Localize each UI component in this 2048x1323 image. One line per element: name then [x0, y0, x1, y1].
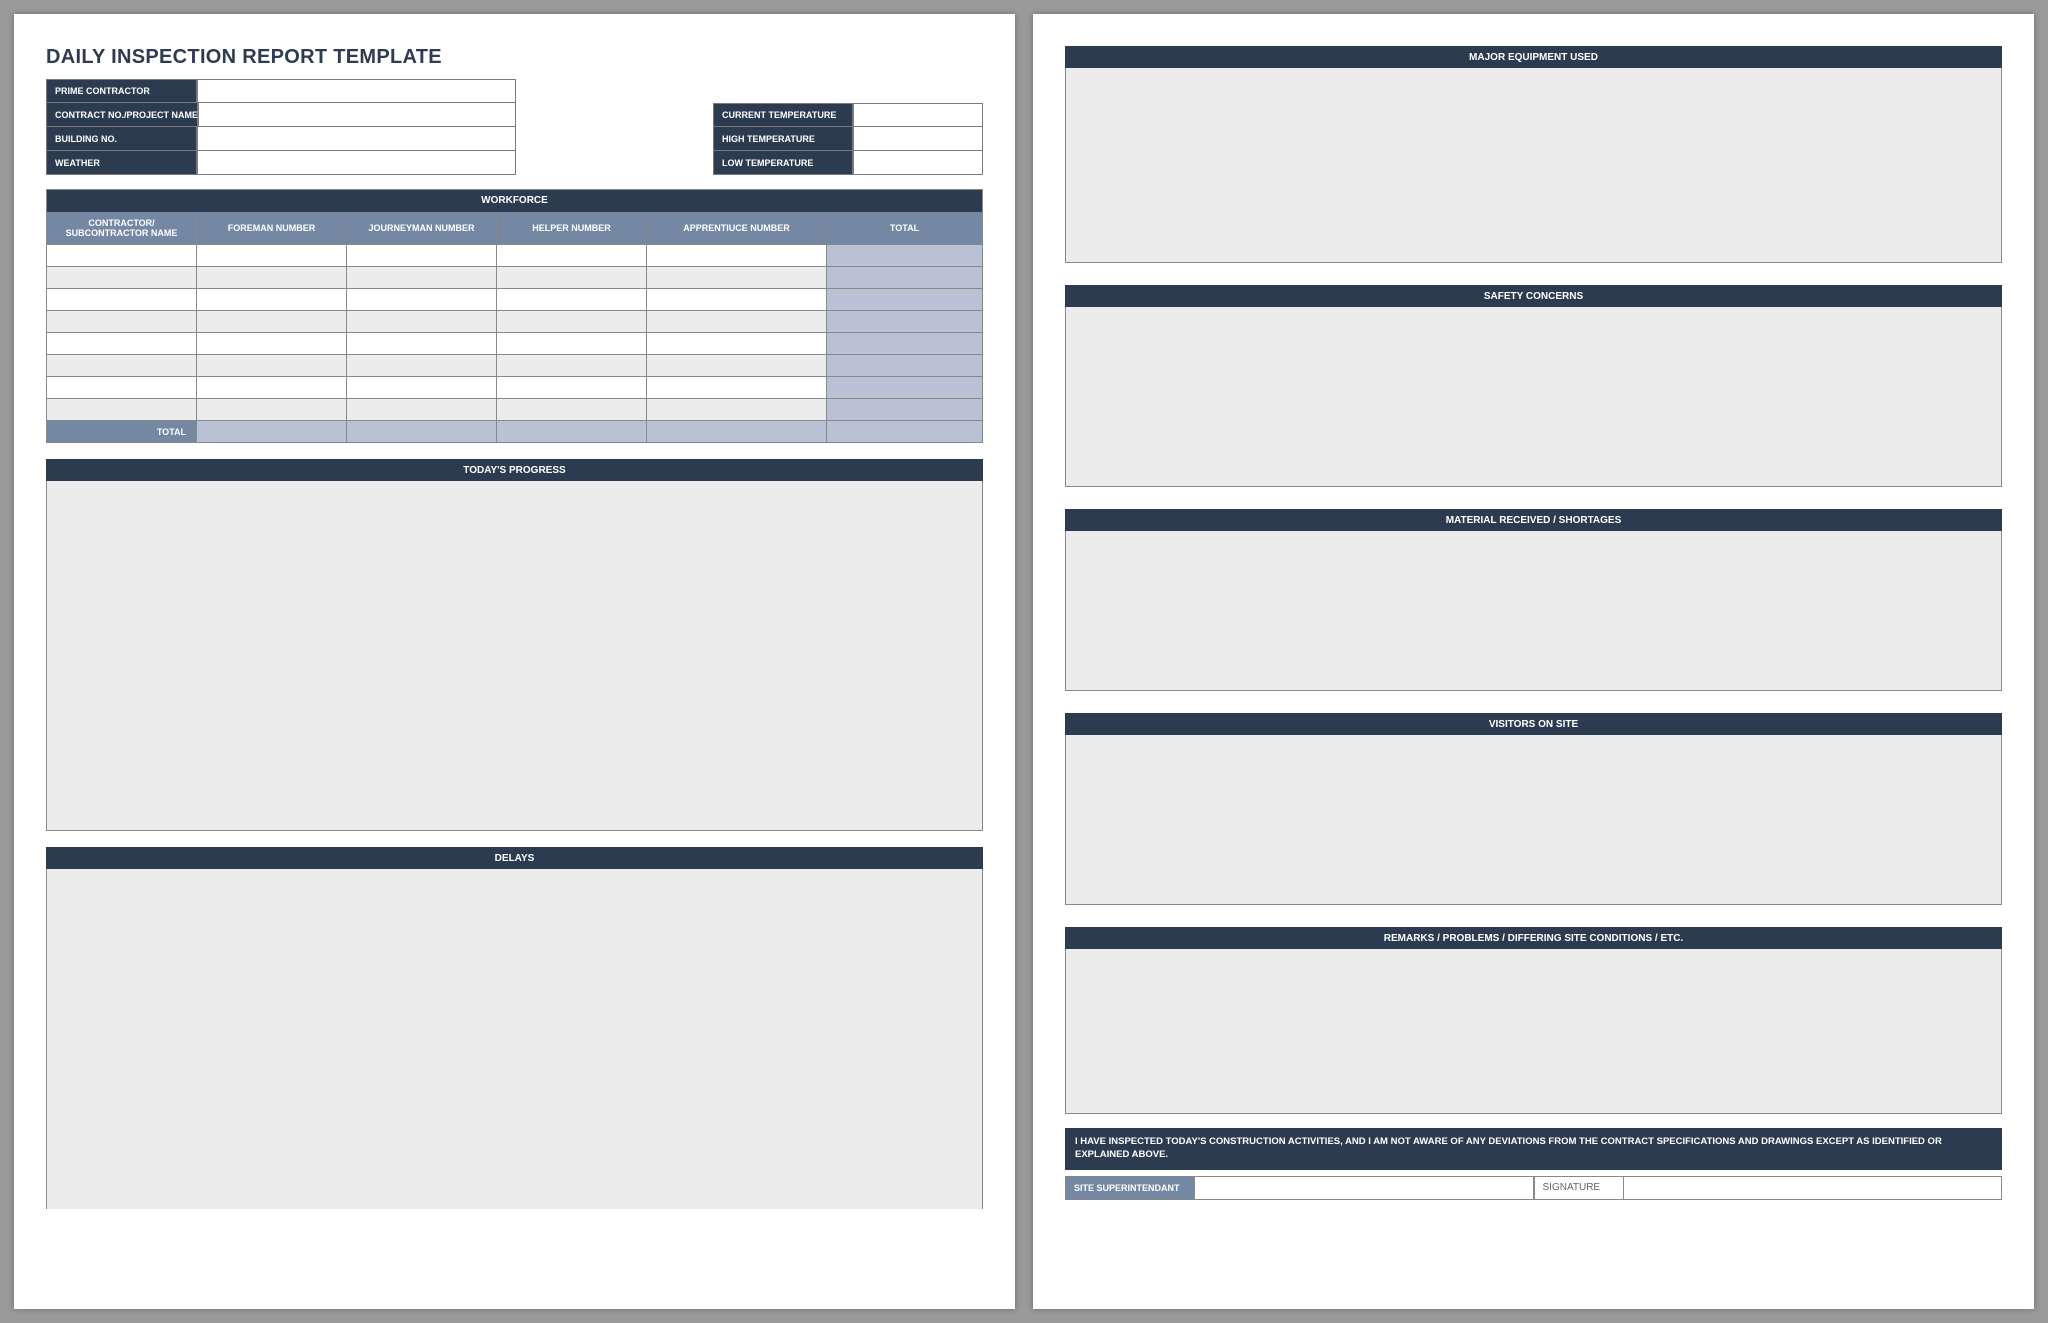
- signature-label: SIGNATURE: [1534, 1176, 1624, 1200]
- progress-field[interactable]: [46, 481, 983, 831]
- material-field[interactable]: [1065, 531, 2002, 691]
- col-helper: HELPER NUMBER: [497, 212, 647, 244]
- col-total: TOTAL: [827, 212, 982, 244]
- meta-block: PRIME CONTRACTOR CONTRACT NO./PROJECT NA…: [46, 79, 983, 175]
- remarks-header: REMARKS / PROBLEMS / DIFFERING SITE COND…: [1065, 927, 2002, 949]
- prime-contractor-field[interactable]: [197, 79, 516, 103]
- workforce-table: WORKFORCE CONTRACTOR/ SUBCONTRACTOR NAME…: [46, 189, 983, 443]
- high-temp-label: HIGH TEMPERATURE: [713, 127, 853, 151]
- low-temp-field[interactable]: [853, 151, 983, 175]
- weather-field[interactable]: [197, 151, 516, 175]
- table-row[interactable]: [47, 354, 982, 376]
- material-block: MATERIAL RECEIVED / SHORTAGES: [1065, 509, 2002, 691]
- visitors-block: VISITORS ON SITE: [1065, 713, 2002, 905]
- page-2: MAJOR EQUIPMENT USED SAFETY CONCERNS MAT…: [1033, 14, 2034, 1309]
- material-header: MATERIAL RECEIVED / SHORTAGES: [1065, 509, 2002, 531]
- delays-field[interactable]: [46, 869, 983, 1209]
- low-temp-label: LOW TEMPERATURE: [713, 151, 853, 175]
- col-journeyman: JOURNEYMAN NUMBER: [347, 212, 497, 244]
- signature-field[interactable]: [1624, 1176, 2003, 1200]
- table-row[interactable]: [47, 266, 982, 288]
- visitors-header: VISITORS ON SITE: [1065, 713, 2002, 735]
- document-viewer: DAILY INSPECTION REPORT TEMPLATE PRIME C…: [14, 14, 2034, 1309]
- table-row[interactable]: [47, 332, 982, 354]
- equipment-field[interactable]: [1065, 68, 2002, 263]
- weather-label: WEATHER: [46, 151, 197, 175]
- building-no-field[interactable]: [197, 127, 516, 151]
- equipment-header: MAJOR EQUIPMENT USED: [1065, 46, 2002, 68]
- current-temp-field[interactable]: [853, 103, 983, 127]
- col-foreman: FOREMAN NUMBER: [197, 212, 347, 244]
- declaration-text: I HAVE INSPECTED TODAY'S CONSTRUCTION AC…: [1065, 1128, 2002, 1170]
- superintendant-field[interactable]: [1195, 1176, 1534, 1200]
- signature-row: SITE SUPERINTENDANT SIGNATURE: [1065, 1176, 2002, 1200]
- table-row[interactable]: [47, 398, 982, 420]
- table-total-row: TOTAL: [47, 420, 982, 442]
- table-row[interactable]: [47, 310, 982, 332]
- contract-no-field[interactable]: [198, 103, 516, 127]
- table-row[interactable]: [47, 244, 982, 266]
- col-apprentice: APPRENTIUCE NUMBER: [647, 212, 827, 244]
- current-temp-label: CURRENT TEMPERATURE: [713, 103, 853, 127]
- total-label: TOTAL: [47, 420, 197, 442]
- safety-header: SAFETY CONCERNS: [1065, 285, 2002, 307]
- safety-block: SAFETY CONCERNS: [1065, 285, 2002, 487]
- high-temp-field[interactable]: [853, 127, 983, 151]
- page-title: DAILY INSPECTION REPORT TEMPLATE: [46, 46, 983, 69]
- progress-block: TODAY'S PROGRESS: [46, 459, 983, 831]
- meta-right: CURRENT TEMPERATURE HIGH TEMPERATURE LOW…: [713, 103, 983, 175]
- meta-left: PRIME CONTRACTOR CONTRACT NO./PROJECT NA…: [46, 79, 516, 175]
- building-no-label: BUILDING NO.: [46, 127, 197, 151]
- contract-no-label: CONTRACT NO./PROJECT NAME: [46, 103, 198, 127]
- equipment-block: MAJOR EQUIPMENT USED: [1065, 46, 2002, 263]
- safety-field[interactable]: [1065, 307, 2002, 487]
- page-1: DAILY INSPECTION REPORT TEMPLATE PRIME C…: [14, 14, 1015, 1309]
- workforce-header: WORKFORCE: [47, 190, 982, 212]
- delays-block: DELAYS: [46, 847, 983, 1209]
- remarks-field[interactable]: [1065, 949, 2002, 1114]
- visitors-field[interactable]: [1065, 735, 2002, 905]
- prime-contractor-label: PRIME CONTRACTOR: [46, 79, 197, 103]
- table-row[interactable]: [47, 376, 982, 398]
- superintendant-label: SITE SUPERINTENDANT: [1065, 1176, 1195, 1200]
- table-row[interactable]: [47, 288, 982, 310]
- remarks-block: REMARKS / PROBLEMS / DIFFERING SITE COND…: [1065, 927, 2002, 1114]
- delays-header: DELAYS: [46, 847, 983, 869]
- progress-header: TODAY'S PROGRESS: [46, 459, 983, 481]
- col-contractor: CONTRACTOR/ SUBCONTRACTOR NAME: [47, 212, 197, 244]
